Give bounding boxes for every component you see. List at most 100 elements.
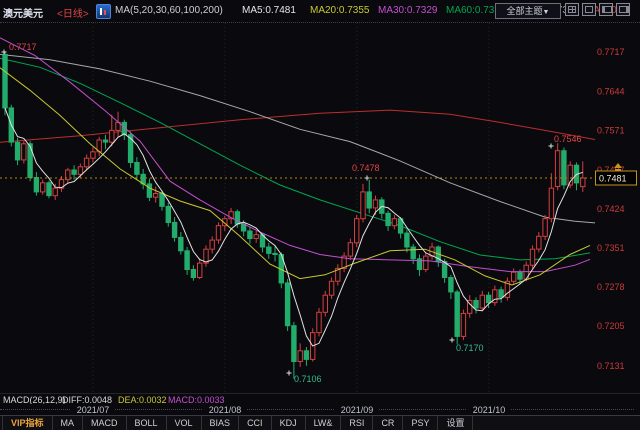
toolbar-item-ma[interactable]: MA (53, 416, 84, 430)
toolbar-item-rsi[interactable]: RSI (341, 416, 373, 430)
candles-group (3, 52, 585, 379)
theme-dropdown[interactable]: 全部主题▼ (495, 3, 561, 19)
toolbar-item-lw[interactable]: LW& (306, 416, 342, 430)
candlestick-chart[interactable]: 0.77900.77170.76440.75710.74970.74240.73… (0, 0, 640, 430)
candle (15, 142, 19, 160)
ma5-value: MA5:0.7481 (242, 5, 296, 16)
candle (449, 278, 453, 292)
toolbar-item-cr[interactable]: CR (373, 416, 403, 430)
candle (22, 144, 26, 160)
high-label: 0.7546 (554, 134, 582, 144)
candle (34, 178, 38, 192)
window-layout-icons (565, 3, 630, 16)
candle (424, 256, 428, 269)
candle (235, 212, 239, 224)
extreme-marker (287, 371, 292, 376)
date-label: 2021/08 (203, 405, 247, 415)
candle (549, 188, 553, 219)
candle (392, 219, 396, 226)
candle (461, 313, 465, 336)
candle (562, 151, 566, 185)
layout-split-right-icon[interactable] (616, 3, 630, 16)
extreme-marker (450, 338, 455, 343)
ma30-line (0, 38, 590, 272)
toolbar-item-vol[interactable]: VOL (167, 416, 202, 430)
layout-split-left-icon[interactable] (599, 3, 613, 16)
candle (285, 283, 289, 326)
candle (273, 253, 277, 254)
toolbar-item-boll[interactable]: BOLL (127, 416, 167, 430)
candle (323, 295, 327, 312)
candle (537, 236, 541, 249)
price-tick: 0.7131 (597, 361, 625, 371)
chevron-down-icon: ▼ (543, 9, 550, 16)
candle (166, 206, 170, 222)
candle (530, 249, 534, 265)
candle (254, 235, 258, 239)
candle (84, 158, 88, 167)
price-tick: 0.7205 (597, 321, 625, 331)
ma200-line (0, 110, 595, 142)
candle (329, 281, 333, 295)
x-axis: 2021/072021/082021/092021/10 (0, 404, 640, 415)
candle (518, 272, 522, 279)
kline-style-icon[interactable] (96, 4, 111, 19)
candle (361, 192, 365, 219)
price-tick: 0.7717 (597, 47, 625, 57)
candle (28, 144, 32, 178)
date-label: 2021/09 (335, 405, 379, 415)
ma30-value: MA30:0.7329 (378, 5, 438, 16)
candle (555, 151, 559, 187)
candle (53, 188, 57, 196)
candle (304, 351, 308, 360)
candle (185, 251, 189, 270)
layout-grid-icon[interactable] (565, 3, 579, 16)
chart-header: 澳元美元 <日线> MA(5,20,30,60,100,200) MA5:0.7… (0, 0, 640, 23)
high-label: 0.7717 (9, 42, 37, 52)
toolbar-item-cci[interactable]: CCI (239, 416, 272, 430)
low-label: 0.7170 (456, 343, 484, 353)
candle (103, 140, 107, 142)
period-label[interactable]: <日线> (57, 5, 89, 20)
candle (91, 152, 95, 158)
price-axis-labels: 0.77900.77170.76440.75710.74970.74240.73… (597, 8, 625, 371)
candle (198, 263, 202, 277)
toolbar-item-macd[interactable]: MACD (83, 416, 127, 430)
candle (405, 233, 409, 247)
symbol-name: 澳元美元 (3, 5, 43, 20)
toolbar-item-kdj[interactable]: KDJ (272, 416, 306, 430)
candle (292, 326, 296, 362)
ma5-line (5, 108, 583, 346)
trading-app-window: 澳元美元 <日线> MA(5,20,30,60,100,200) MA5:0.7… (0, 0, 640, 430)
ma100-line (0, 54, 595, 223)
candle (355, 219, 359, 243)
candle (474, 301, 478, 309)
candle (386, 213, 390, 225)
candle (210, 240, 214, 249)
candle (216, 226, 220, 240)
ma20-value: MA20:0.7355 (310, 5, 370, 16)
month-gridlines (93, 23, 489, 392)
candle (110, 130, 114, 142)
candle (267, 247, 271, 253)
price-tick: 0.7571 (597, 125, 625, 135)
candle (512, 272, 516, 281)
toolbar-item-psy[interactable]: PSY (403, 416, 438, 430)
layout-single-icon[interactable] (582, 3, 596, 16)
price-tick: 0.7644 (597, 86, 625, 96)
ma20-line (0, 68, 590, 285)
toolbar-item-bias[interactable]: BIAS (202, 416, 240, 430)
candle (543, 219, 547, 237)
indicator-toolbar: VIP指标MAMACDBOLLVOLBIASCCIKDJLW&RSICRPSY设… (0, 415, 640, 430)
candle (486, 295, 490, 303)
candle (3, 54, 7, 108)
extreme-marker (2, 50, 7, 55)
toolbar-item-vip[interactable]: VIP指标 (2, 416, 53, 430)
candle (78, 167, 82, 175)
candle (411, 247, 415, 259)
price-tick: 0.7278 (597, 282, 625, 292)
low-label: 0.7106 (294, 374, 322, 384)
toolbar-item-[interactable]: 设置 (438, 416, 473, 430)
candle (47, 183, 51, 196)
high-label: 0.7478 (352, 163, 380, 173)
